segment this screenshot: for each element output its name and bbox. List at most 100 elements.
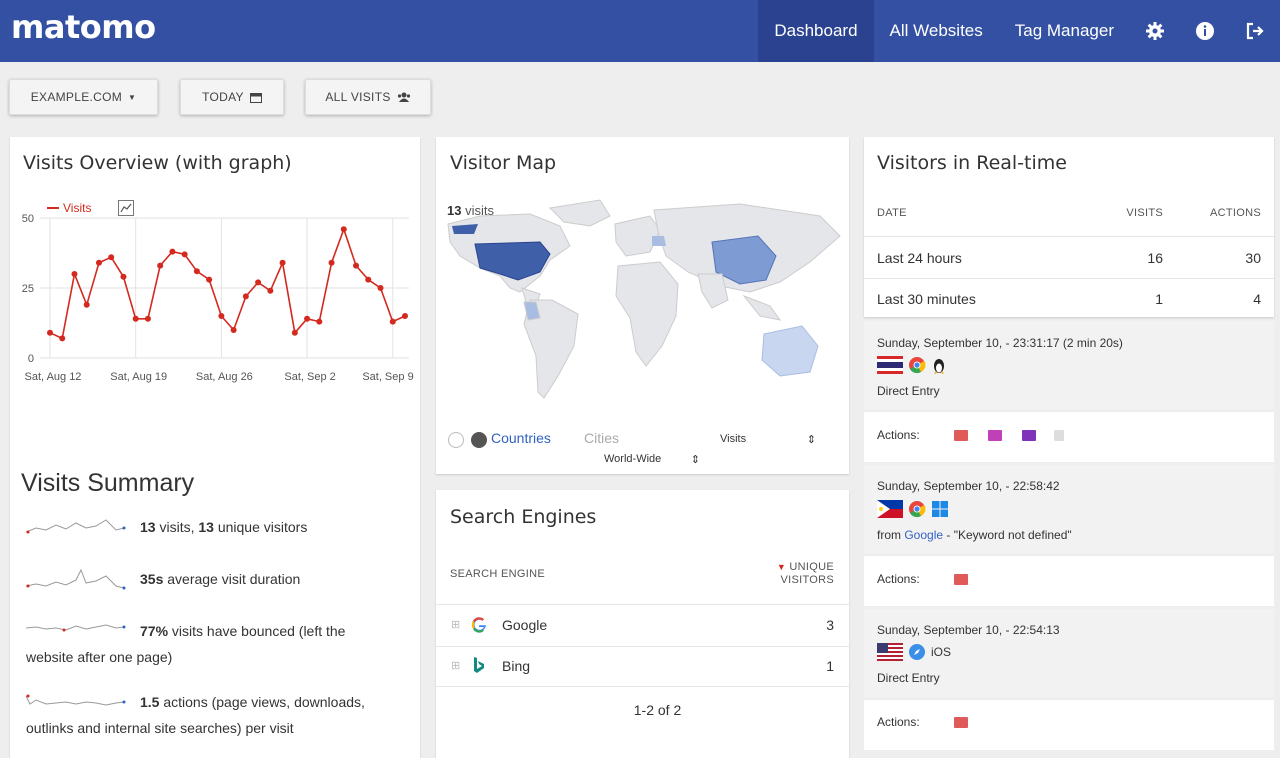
data-point[interactable] — [71, 271, 78, 277]
actions-label: Actions: — [877, 715, 920, 729]
col-unique-visitors[interactable]: ▼ UNIQUE VISITORS — [760, 561, 834, 587]
engine-name[interactable]: Google — [502, 617, 547, 633]
map-metric-select[interactable]: Visits ⇕ — [714, 430, 822, 448]
pageview-icon[interactable] — [987, 429, 1002, 441]
data-point[interactable] — [242, 293, 249, 300]
visits-summary-title: Visits Summary — [21, 469, 195, 497]
nav-all-websites[interactable]: All Websites — [874, 0, 999, 62]
world-map[interactable] — [440, 196, 845, 426]
x-tick-label: Sat, Sep 2 — [284, 371, 335, 383]
map-mode-countries[interactable]: Countries — [491, 430, 551, 446]
data-point[interactable] — [389, 318, 396, 325]
data-point[interactable] — [279, 259, 286, 266]
data-point[interactable] — [230, 327, 237, 333]
safari-icon — [909, 644, 925, 660]
chrome-icon — [909, 357, 926, 374]
gear-icon[interactable] — [1130, 0, 1180, 62]
pageview-icon[interactable] — [953, 429, 968, 441]
google-icon — [471, 617, 486, 633]
table-divider — [436, 646, 849, 647]
zoom-out-icon[interactable] — [448, 432, 464, 448]
visit-referrer: Direct Entry — [877, 384, 940, 398]
pagination: 1-2 of 2 — [633, 702, 682, 718]
referrer-link[interactable]: Google — [904, 528, 943, 542]
data-point[interactable] — [267, 287, 274, 294]
chrome-icon — [909, 501, 926, 518]
data-point[interactable] — [108, 254, 115, 261]
map-mode-cities[interactable]: Cities — [584, 430, 619, 446]
x-tick-label: Sat, Sep 9 — [362, 371, 413, 383]
linux-icon — [934, 359, 944, 374]
data-point[interactable] — [132, 315, 139, 322]
data-point[interactable] — [120, 273, 127, 280]
data-point[interactable] — [47, 329, 53, 336]
info-icon[interactable] — [1180, 0, 1230, 62]
data-point[interactable] — [169, 248, 176, 255]
pageview-icon[interactable] — [1021, 429, 1036, 441]
period-label: Last 30 minutes — [877, 291, 976, 307]
summary-actions-line2: outlinks and internal site searches) per… — [26, 720, 294, 736]
visit-actions: Actions: — [877, 428, 1064, 442]
expand-row-icon[interactable]: ⊞ — [451, 659, 460, 672]
outlink-icon[interactable] — [1053, 429, 1064, 441]
visit-actions: Actions: — [877, 572, 968, 586]
data-point[interactable] — [291, 329, 298, 336]
period-label: Last 24 hours — [877, 250, 962, 266]
data-point[interactable] — [304, 315, 311, 322]
col-search-engine[interactable]: SEARCH ENGINE — [450, 568, 545, 580]
sparkline-duration — [26, 568, 126, 590]
visit-date: Sunday, September 10, - 22:58:42 — [877, 479, 1060, 493]
data-point[interactable] — [83, 301, 90, 308]
visitor-map-title: Visitor Map — [450, 152, 557, 174]
period-visits: 1 — [1155, 291, 1163, 307]
bing-icon — [474, 657, 484, 673]
map-region-select[interactable]: World-Wide ⇕ — [598, 450, 706, 468]
data-point[interactable] — [193, 268, 200, 275]
actions-label: Actions: — [877, 572, 920, 586]
summary-visits: 13 visits, 13 unique visitors — [140, 519, 308, 535]
data-point[interactable] — [328, 259, 335, 266]
nav-dashboard[interactable]: Dashboard — [758, 0, 874, 62]
data-point[interactable] — [365, 276, 372, 283]
thailand-flag-icon — [877, 356, 903, 374]
sparkline-bounce — [26, 624, 126, 632]
summary-duration: 35s average visit duration — [140, 571, 301, 587]
data-point[interactable] — [377, 285, 384, 291]
pageview-icon[interactable] — [953, 716, 968, 728]
data-point[interactable] — [181, 251, 188, 258]
data-point[interactable] — [316, 318, 323, 325]
data-point[interactable] — [340, 226, 347, 233]
data-point[interactable] — [95, 259, 102, 266]
us-flag-icon — [877, 643, 903, 661]
x-tick-label: Sat, Aug 12 — [25, 371, 82, 383]
x-tick-label: Sat, Aug 26 — [196, 371, 253, 383]
data-point[interactable] — [206, 276, 213, 283]
select-arrows-icon: ⇕ — [690, 453, 700, 466]
data-point[interactable] — [157, 262, 164, 269]
pageview-icon[interactable] — [953, 573, 968, 585]
data-point[interactable] — [255, 279, 262, 286]
data-point[interactable] — [402, 313, 408, 319]
data-point[interactable] — [353, 262, 360, 269]
globe-icon — [471, 432, 487, 448]
data-point[interactable] — [218, 313, 225, 319]
y-tick-label: 50 — [22, 213, 34, 225]
x-tick-label: Sat, Aug 19 — [110, 371, 167, 383]
windows-icon — [932, 501, 948, 517]
select-arrows-icon: ⇕ — [806, 433, 816, 446]
series-line-visits — [49, 226, 406, 340]
period-visits: 16 — [1147, 250, 1163, 266]
search-engines-title: Search Engines — [450, 506, 597, 528]
nav-tag-manager[interactable]: Tag Manager — [999, 0, 1130, 62]
sign-out-icon[interactable] — [1230, 0, 1280, 62]
engine-name[interactable]: Bing — [502, 658, 530, 674]
engine-visitors: 1 — [826, 658, 834, 674]
visit-referrer: Direct Entry — [877, 671, 940, 685]
map-visits-caption: 13 visits — [447, 203, 494, 218]
realtime-title: Visitors in Real-time — [877, 152, 1067, 174]
data-point[interactable] — [144, 315, 151, 322]
period-actions: 4 — [1253, 291, 1261, 307]
expand-row-icon[interactable]: ⊞ — [451, 618, 460, 631]
engine-visitors: 3 — [826, 617, 834, 633]
data-point[interactable] — [59, 335, 66, 342]
